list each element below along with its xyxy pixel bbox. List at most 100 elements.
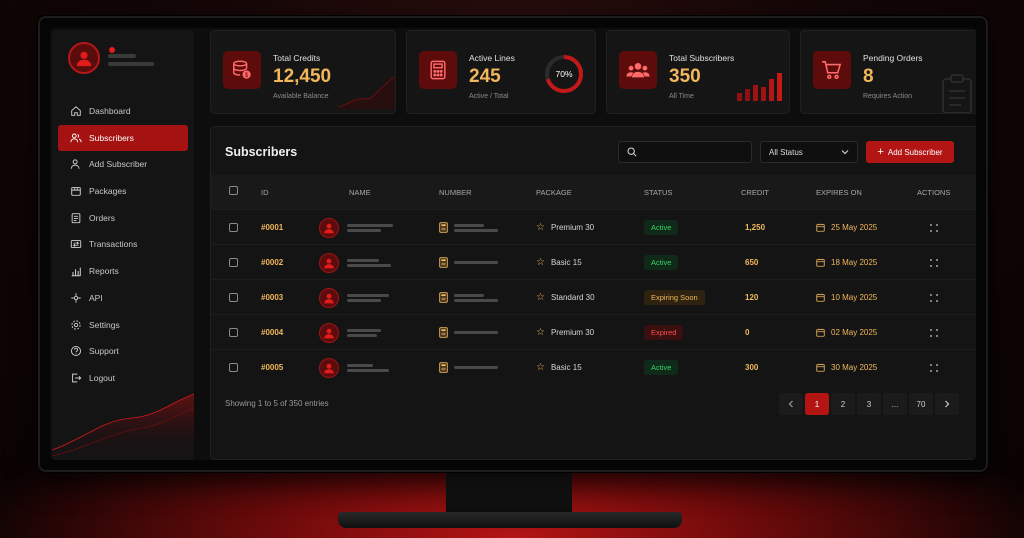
select-all-checkbox[interactable]	[229, 186, 238, 195]
star-icon: ☆	[536, 257, 545, 268]
avatar	[319, 217, 339, 238]
more-icon	[930, 328, 938, 337]
column-header-credit[interactable]: CREDIT	[741, 188, 769, 197]
table-row[interactable]: #0002 ☆ Basic 15 Active 650 18 May 2025	[211, 244, 976, 279]
card-pending-orders[interactable]: Pending Orders 8 Requires Action	[800, 30, 976, 114]
sidebar-item-logout[interactable]: Logout	[58, 365, 188, 391]
column-header-number[interactable]: NUMBER	[439, 188, 472, 197]
sidebar-item-packages[interactable]: Packages	[58, 178, 188, 204]
profile[interactable]	[68, 42, 154, 74]
calculator-icon	[439, 222, 448, 233]
sidebar-item-api[interactable]: API	[58, 285, 188, 311]
row-id[interactable]: #0005	[261, 350, 283, 385]
sidebar-item-label: Subscribers	[89, 132, 134, 143]
row-actions-button[interactable]	[929, 350, 939, 385]
subscribers-panel: Subscribers All Status + Add Subscriber …	[210, 126, 976, 460]
user-icon	[324, 258, 334, 268]
user-icon	[324, 223, 334, 233]
column-header-id[interactable]: ID	[261, 188, 269, 197]
sidebar-item-label: Orders	[89, 212, 115, 223]
sidebar-item-label: Reports	[89, 266, 119, 277]
row-actions-button[interactable]	[929, 210, 939, 245]
row-id[interactable]: #0003	[261, 280, 283, 315]
status-filter-select[interactable]: All Status	[760, 141, 858, 163]
column-header-status[interactable]: STATUS	[644, 188, 672, 197]
number-placeholder	[454, 259, 498, 266]
column-header-name[interactable]: NAME	[349, 188, 371, 197]
package-icon	[70, 185, 82, 197]
sidebar-item-support[interactable]: Support	[58, 338, 188, 364]
column-header-expires-on[interactable]: EXPIRES ON	[816, 188, 862, 197]
row-name	[319, 280, 389, 315]
next-page-button[interactable]	[935, 393, 959, 415]
row-expires: 02 May 2025	[816, 315, 877, 350]
avatar	[319, 322, 339, 343]
page-button[interactable]: 70	[909, 393, 933, 415]
sidebar-item-label: Transactions	[89, 239, 138, 250]
card-label: Pending Orders	[863, 53, 923, 63]
logout-icon	[70, 372, 82, 384]
sidebar-item-add-subscriber[interactable]: Add Subscriber	[58, 151, 188, 177]
expiry-date: 10 May 2025	[831, 293, 878, 302]
expiry-date: 25 May 2025	[831, 223, 878, 232]
star-icon: ☆	[536, 292, 545, 303]
card-sub: Available Balance	[273, 93, 329, 100]
column-header-package[interactable]: PACKAGE	[536, 188, 572, 197]
row-expires: 18 May 2025	[816, 245, 877, 280]
row-actions-button[interactable]	[929, 315, 939, 350]
sidebar-item-label: Support	[89, 346, 119, 357]
row-id[interactable]: #0002	[261, 245, 283, 280]
user-plus-icon	[70, 158, 82, 170]
status-filter-value: All Status	[769, 147, 803, 157]
more-icon	[930, 293, 938, 302]
row-package: ☆ Basic 15	[536, 245, 582, 280]
row-actions-button[interactable]	[929, 245, 939, 280]
row-actions-button[interactable]	[929, 280, 939, 315]
profile-name-placeholder	[108, 54, 154, 70]
table-row[interactable]: #0001 ☆ Premium 30 Active 1,250 25 May 2025	[211, 209, 976, 244]
row-id[interactable]: #0001	[261, 210, 283, 245]
sidebar-item-reports[interactable]: Reports	[58, 258, 188, 284]
row-package: ☆ Premium 30	[536, 210, 594, 245]
card-active-lines[interactable]: Active Lines 245 Active / Total 70%	[406, 30, 596, 114]
sidebar-item-transactions[interactable]: Transactions	[58, 231, 188, 257]
card-total-credits[interactable]: $ Total Credits 12,450 Available Balance	[210, 30, 396, 114]
table-row[interactable]: #0003 ☆ Standard 30 Expiring Soon 120 10 May …	[211, 279, 976, 314]
row-checkbox[interactable]	[229, 210, 238, 245]
row-checkbox[interactable]	[229, 315, 238, 350]
search-input[interactable]	[643, 147, 743, 157]
card-label: Total Credits	[273, 53, 321, 63]
sidebar-item-dashboard[interactable]: Dashboard	[58, 98, 188, 124]
trend-line-decoration	[339, 76, 395, 109]
page-button[interactable]: 3	[857, 393, 881, 415]
avatar[interactable]	[68, 42, 100, 74]
row-id[interactable]: #0004	[261, 315, 283, 350]
avatar	[319, 252, 339, 273]
sidebar-item-orders[interactable]: Orders	[58, 205, 188, 231]
row-checkbox[interactable]	[229, 350, 238, 385]
star-icon: ☆	[536, 222, 545, 233]
sidebar-item-settings[interactable]: Settings	[58, 312, 188, 338]
table-row[interactable]: #0004 ☆ Premium 30 Expired 0 02 May 2025	[211, 314, 976, 349]
row-number	[439, 350, 498, 385]
row-number	[439, 280, 498, 315]
user-icon	[324, 293, 334, 303]
card-total-subscribers[interactable]: Total Subscribers 350 All Time	[606, 30, 790, 114]
avatar	[319, 357, 339, 378]
row-status: Active	[644, 245, 679, 280]
table-row[interactable]: #0005 ☆ Basic 15 Active 300 30 May 2025	[211, 349, 976, 384]
row-checkbox[interactable]	[229, 245, 238, 280]
sidebar-item-subscribers[interactable]: Subscribers	[58, 124, 188, 151]
row-checkbox[interactable]	[229, 280, 238, 315]
expiry-date: 18 May 2025	[831, 258, 878, 267]
prev-page-button[interactable]	[779, 393, 803, 415]
page-ellipsis: ...	[883, 393, 907, 415]
page-button[interactable]: 2	[831, 393, 855, 415]
main-content: $ Total Credits 12,450 Available Balance	[200, 30, 976, 460]
search-box[interactable]	[618, 141, 752, 163]
page-button[interactable]: 1	[805, 393, 829, 415]
package-name: Premium 30	[550, 328, 595, 337]
calendar-icon	[816, 328, 825, 337]
add-subscriber-button[interactable]: + Add Subscriber	[866, 141, 954, 163]
calendar-icon	[816, 293, 825, 302]
